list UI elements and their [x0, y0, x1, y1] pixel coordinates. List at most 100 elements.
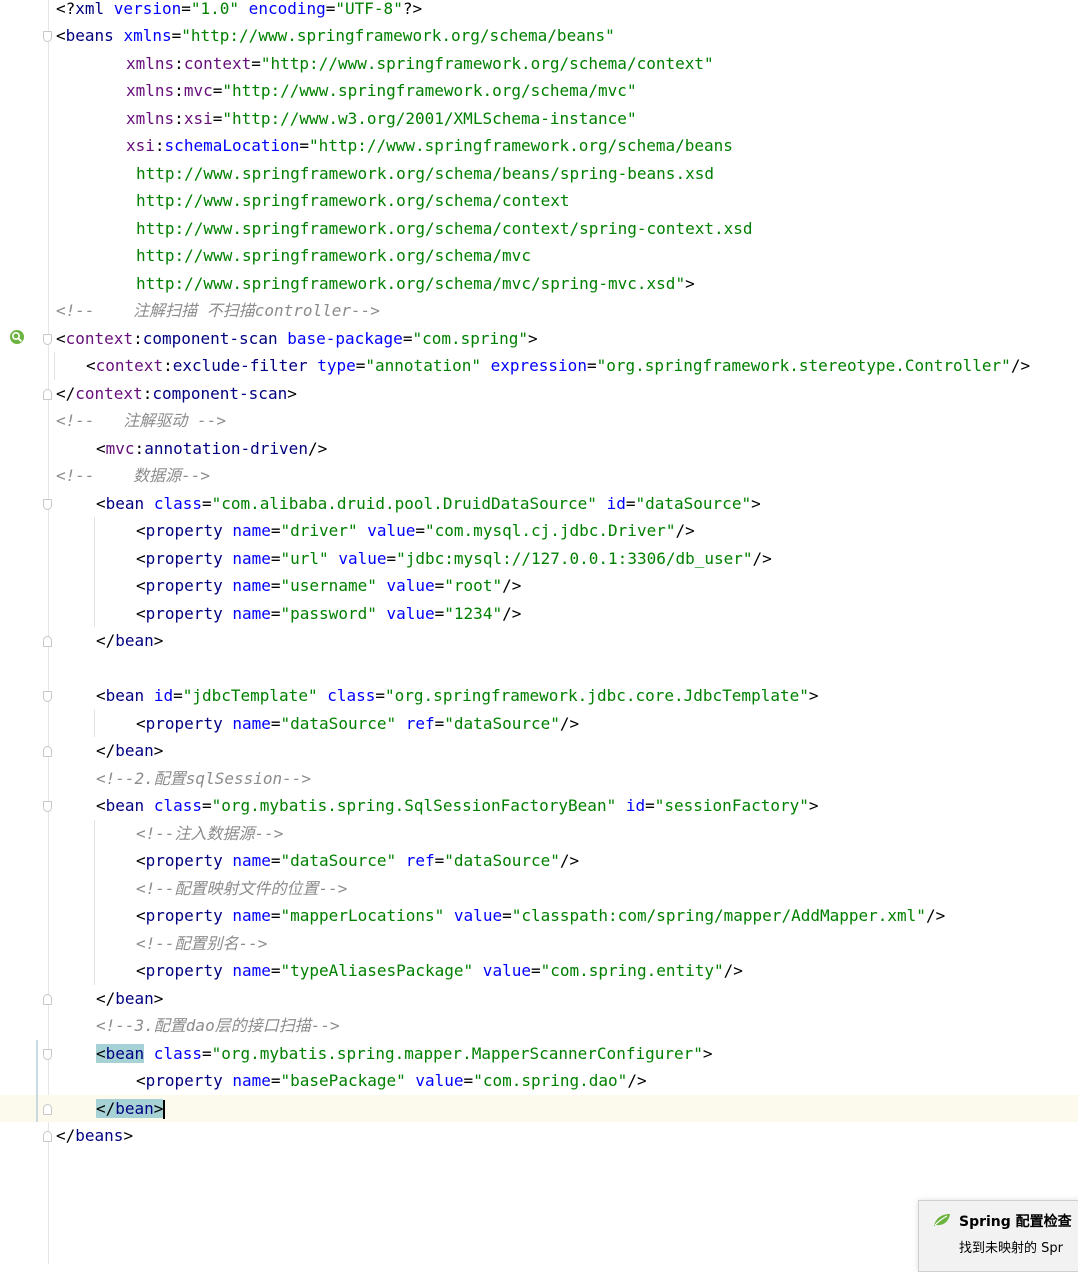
code-line[interactable]: <property name="dataSource" ref="dataSou… — [0, 710, 1078, 738]
code-text: <property name="dataSource" ref="dataSou… — [136, 710, 579, 738]
token-val: "driver" — [280, 521, 358, 540]
token-val: http://www.springframework.org/schema/co… — [136, 218, 753, 238]
code-line[interactable]: <property name="typeAliasesPackage" valu… — [0, 957, 1078, 985]
fold-end-icon[interactable] — [43, 636, 52, 647]
code-line[interactable]: <!-- 注解驱动 --> — [0, 407, 1078, 435]
token-bracket: > — [528, 328, 538, 348]
fold-collapse-icon[interactable] — [43, 1048, 52, 1060]
token-attr: expression — [480, 356, 587, 375]
token-tag: property — [145, 521, 233, 540]
code-line[interactable]: xmlns:context="http://www.springframewor… — [0, 50, 1078, 78]
token-bracket: /> — [502, 576, 522, 595]
code-text: <beans xmlns="http://www.springframework… — [56, 22, 615, 50]
token-val: "dataSource" — [280, 713, 397, 733]
token-tag: property — [145, 548, 233, 568]
code-line[interactable]: xmlns:xsi="http://www.w3.org/2001/XMLSch… — [0, 105, 1078, 133]
code-text: <property name="driver" value="com.mysql… — [136, 517, 695, 545]
code-line[interactable]: <!--配置别名--> — [0, 930, 1078, 958]
token-bracket: /> — [925, 906, 946, 925]
code-text: <property name="username" value="root"/> — [136, 572, 521, 600]
fold-collapse-icon[interactable] — [43, 333, 52, 345]
fold-collapse-icon[interactable] — [43, 31, 52, 42]
token-bracket: /> — [1010, 356, 1031, 375]
code-line[interactable]: </bean> — [0, 627, 1078, 655]
token-attr: base-package — [287, 328, 403, 348]
notification-title: Spring 配置检查 — [959, 1214, 1072, 1230]
vcs-change-marker[interactable] — [36, 1039, 38, 1122]
token-ns: context — [183, 53, 252, 73]
code-line[interactable]: <context:exclude-filter type="annotation… — [0, 352, 1078, 380]
fold-end-icon[interactable] — [43, 1131, 52, 1142]
token-eq: = — [386, 548, 397, 568]
code-line[interactable]: <?xml version="1.0" encoding="UTF-8"?> — [0, 0, 1078, 22]
code-line[interactable]: <!--2.配置sqlSession--> — [0, 765, 1078, 793]
fold-end-icon[interactable] — [43, 1103, 52, 1115]
spring-config-notification[interactable]: Spring 配置检查 找到未映射的 Spr — [918, 1200, 1078, 1272]
code-line[interactable]: </bean> — [0, 737, 1078, 765]
fold-end-icon[interactable] — [43, 993, 52, 1005]
code-text: <!--配置别名--> — [136, 930, 267, 958]
code-text: xmlns:context="http://www.springframewor… — [126, 50, 714, 78]
code-line[interactable]: <bean class="com.alibaba.druid.pool.Drui… — [0, 490, 1078, 518]
code-text: <property name="basePackage" value="com.… — [136, 1067, 647, 1095]
code-text: <mvc:annotation-driven/> — [96, 435, 327, 463]
token-bracket: </ — [96, 741, 116, 760]
token-attr: class — [317, 686, 376, 705]
code-line[interactable]: http://www.springframework.org/schema/mv… — [0, 242, 1078, 270]
code-line[interactable]: <property name="mapperLocations" value="… — [0, 902, 1078, 930]
code-line[interactable]: http://www.springframework.org/schema/co… — [0, 187, 1078, 215]
code-line[interactable]: <context:component-scan base-package="co… — [0, 325, 1078, 353]
code-line[interactable]: </bean> — [0, 1094, 1078, 1122]
fold-end-icon[interactable] — [43, 746, 52, 757]
token-eq: = — [434, 713, 445, 733]
code-line[interactable]: <!-- 数据源--> — [0, 462, 1078, 490]
code-line[interactable]: <bean class="org.mybatis.spring.mapper.M… — [0, 1040, 1078, 1068]
code-line[interactable]: <!--3.配置dao层的接口扫描--> — [0, 1012, 1078, 1040]
token-bracket: < — [56, 26, 66, 45]
code-line[interactable]: <property name="basePackage" value="com.… — [0, 1067, 1078, 1095]
token-val: http://www.springframework.org/schema/mv… — [136, 273, 686, 293]
code-line[interactable]: <mvc:annotation-driven/> — [0, 435, 1078, 463]
code-line[interactable]: <!--注入数据源--> — [0, 820, 1078, 848]
token-attr: name — [232, 851, 271, 870]
token-eq: : — [142, 383, 153, 403]
indent-guide — [94, 517, 95, 627]
token-val: "1.0" — [190, 0, 240, 18]
code-line[interactable]: <property name="driver" value="com.mysql… — [0, 517, 1078, 545]
code-line[interactable]: <property name="password" value="1234"/> — [0, 600, 1078, 628]
token-bracket: /> — [752, 548, 772, 568]
notification-body: 找到未映射的 Spr — [959, 1241, 1063, 1256]
code-line[interactable]: http://www.springframework.org/schema/be… — [0, 160, 1078, 188]
fold-end-icon[interactable] — [43, 388, 52, 400]
code-line[interactable]: <!-- 注解扫描 不扫描controller--> — [0, 297, 1078, 325]
code-line[interactable]: <bean id="jdbcTemplate" class="org.sprin… — [0, 682, 1078, 710]
fold-collapse-icon[interactable] — [43, 801, 52, 812]
token-hlbracket: </ — [96, 1098, 116, 1118]
code-line[interactable]: http://www.springframework.org/schema/mv… — [0, 270, 1078, 298]
code-line[interactable]: xmlns:mvc="http://www.springframework.or… — [0, 77, 1078, 105]
token-bracket: /> — [559, 851, 580, 870]
fold-collapse-icon[interactable] — [43, 691, 52, 702]
code-line[interactable] — [0, 655, 1078, 683]
code-editor[interactable]: <?xml version="1.0" encoding="UTF-8"?> <b… — [0, 0, 1078, 1264]
token-attr: name — [232, 548, 271, 568]
token-eq: = — [181, 0, 191, 18]
token-attr: value — [376, 576, 435, 595]
code-line[interactable]: <property name="username" value="root"/> — [0, 572, 1078, 600]
code-line[interactable]: xsi:schemaLocation="http://www.springfra… — [0, 132, 1078, 160]
code-line[interactable]: <property name="url" value="jdbc:mysql:/… — [0, 545, 1078, 573]
code-line[interactable]: </context:component-scan> — [0, 380, 1078, 408]
token-bracket: < — [96, 493, 106, 513]
code-line[interactable]: <bean class="org.mybatis.spring.SqlSessi… — [0, 792, 1078, 820]
code-line[interactable]: <beans xmlns="http://www.springframework… — [0, 22, 1078, 50]
token-bracket: <? — [56, 0, 76, 18]
token-bracket: /> — [502, 603, 522, 623]
code-line[interactable]: http://www.springframework.org/schema/co… — [0, 215, 1078, 243]
code-line[interactable]: </beans> — [0, 1122, 1078, 1150]
code-line[interactable]: </bean> — [0, 985, 1078, 1013]
spring-bean-gutter-icon[interactable] — [9, 329, 25, 345]
code-line[interactable]: <property name="dataSource" ref="dataSou… — [0, 847, 1078, 875]
code-line[interactable]: <!--配置映射文件的位置--> — [0, 875, 1078, 903]
fold-collapse-icon[interactable] — [43, 498, 52, 510]
token-bracket: > — [808, 796, 819, 815]
